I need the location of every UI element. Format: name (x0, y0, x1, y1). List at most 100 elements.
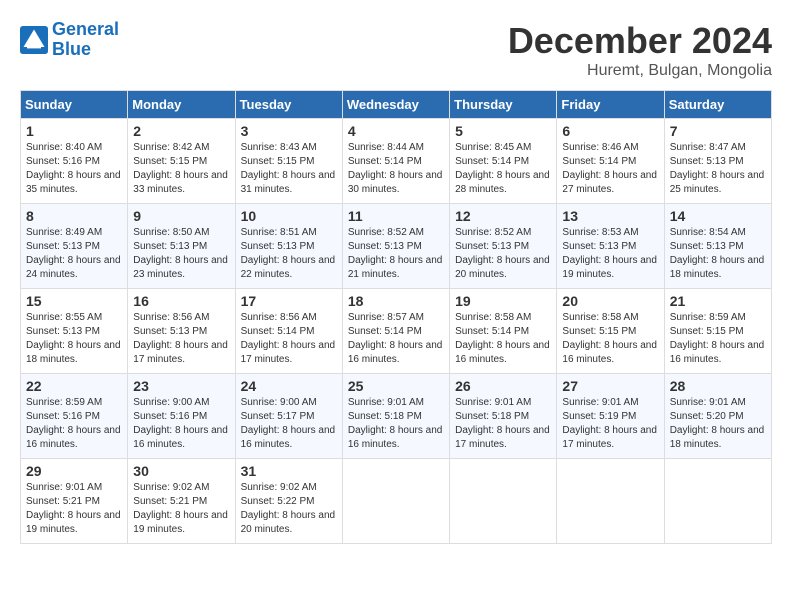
day-info: Sunrise: 8:58 AM Sunset: 5:15 PM Dayligh… (562, 311, 658, 367)
sunset-label: Sunset: 5:14 PM (562, 156, 636, 167)
calendar-day-cell (450, 459, 557, 544)
sunset-label: Sunset: 5:14 PM (241, 326, 315, 337)
header-row: Sunday Monday Tuesday Wednesday Thursday… (21, 91, 772, 119)
day-number: 13 (562, 208, 658, 224)
daylight-label: Daylight: 8 hours and 22 minutes. (241, 255, 336, 280)
calendar-day-cell: 1 Sunrise: 8:40 AM Sunset: 5:16 PM Dayli… (21, 119, 128, 204)
sunrise-label: Sunrise: 8:52 AM (455, 227, 531, 238)
sunrise-label: Sunrise: 8:58 AM (562, 312, 638, 323)
day-number: 23 (133, 378, 229, 394)
sunset-label: Sunset: 5:18 PM (455, 411, 529, 422)
calendar-day-cell: 25 Sunrise: 9:01 AM Sunset: 5:18 PM Dayl… (342, 374, 449, 459)
calendar-week-row: 15 Sunrise: 8:55 AM Sunset: 5:13 PM Dayl… (21, 289, 772, 374)
sunrise-label: Sunrise: 8:59 AM (670, 312, 746, 323)
daylight-label: Daylight: 8 hours and 16 minutes. (133, 425, 228, 450)
sunrise-label: Sunrise: 8:42 AM (133, 142, 209, 153)
day-info: Sunrise: 9:01 AM Sunset: 5:18 PM Dayligh… (455, 396, 551, 452)
sunrise-label: Sunrise: 8:47 AM (670, 142, 746, 153)
sunrise-label: Sunrise: 8:57 AM (348, 312, 424, 323)
sunrise-label: Sunrise: 9:02 AM (241, 482, 317, 493)
sunset-label: Sunset: 5:13 PM (670, 156, 744, 167)
calendar-day-cell: 22 Sunrise: 8:59 AM Sunset: 5:16 PM Dayl… (21, 374, 128, 459)
sunrise-label: Sunrise: 9:01 AM (670, 397, 746, 408)
day-info: Sunrise: 8:42 AM Sunset: 5:15 PM Dayligh… (133, 141, 229, 197)
daylight-label: Daylight: 8 hours and 27 minutes. (562, 170, 657, 195)
day-number: 7 (670, 123, 766, 139)
day-number: 10 (241, 208, 337, 224)
sunset-label: Sunset: 5:15 PM (562, 326, 636, 337)
daylight-label: Daylight: 8 hours and 17 minutes. (455, 425, 550, 450)
day-info: Sunrise: 8:53 AM Sunset: 5:13 PM Dayligh… (562, 226, 658, 282)
daylight-label: Daylight: 8 hours and 20 minutes. (455, 255, 550, 280)
sunrise-label: Sunrise: 8:49 AM (26, 227, 102, 238)
day-number: 29 (26, 463, 122, 479)
title-area: December 2024 Huremt, Bulgan, Mongolia (508, 20, 772, 80)
day-info: Sunrise: 8:43 AM Sunset: 5:15 PM Dayligh… (241, 141, 337, 197)
sunrise-label: Sunrise: 8:51 AM (241, 227, 317, 238)
sunrise-label: Sunrise: 9:00 AM (241, 397, 317, 408)
day-info: Sunrise: 8:56 AM Sunset: 5:14 PM Dayligh… (241, 311, 337, 367)
day-info: Sunrise: 8:49 AM Sunset: 5:13 PM Dayligh… (26, 226, 122, 282)
daylight-label: Daylight: 8 hours and 17 minutes. (133, 340, 228, 365)
day-info: Sunrise: 9:02 AM Sunset: 5:22 PM Dayligh… (241, 481, 337, 537)
calendar-day-cell: 31 Sunrise: 9:02 AM Sunset: 5:22 PM Dayl… (235, 459, 342, 544)
sunrise-label: Sunrise: 9:01 AM (26, 482, 102, 493)
day-info: Sunrise: 8:59 AM Sunset: 5:16 PM Dayligh… (26, 396, 122, 452)
sunrise-label: Sunrise: 9:01 AM (562, 397, 638, 408)
calendar-day-cell: 26 Sunrise: 9:01 AM Sunset: 5:18 PM Dayl… (450, 374, 557, 459)
daylight-label: Daylight: 8 hours and 17 minutes. (562, 425, 657, 450)
day-number: 25 (348, 378, 444, 394)
sunset-label: Sunset: 5:15 PM (241, 156, 315, 167)
sunset-label: Sunset: 5:14 PM (455, 326, 529, 337)
day-info: Sunrise: 9:01 AM Sunset: 5:21 PM Dayligh… (26, 481, 122, 537)
calendar-day-cell: 13 Sunrise: 8:53 AM Sunset: 5:13 PM Dayl… (557, 204, 664, 289)
sunset-label: Sunset: 5:20 PM (670, 411, 744, 422)
day-number: 18 (348, 293, 444, 309)
calendar-day-cell: 11 Sunrise: 8:52 AM Sunset: 5:13 PM Dayl… (342, 204, 449, 289)
daylight-label: Daylight: 8 hours and 24 minutes. (26, 255, 121, 280)
sunset-label: Sunset: 5:16 PM (26, 411, 100, 422)
sunrise-label: Sunrise: 9:02 AM (133, 482, 209, 493)
day-number: 31 (241, 463, 337, 479)
sunset-label: Sunset: 5:21 PM (26, 496, 100, 507)
day-info: Sunrise: 8:56 AM Sunset: 5:13 PM Dayligh… (133, 311, 229, 367)
calendar-day-cell: 2 Sunrise: 8:42 AM Sunset: 5:15 PM Dayli… (128, 119, 235, 204)
daylight-label: Daylight: 8 hours and 16 minutes. (241, 425, 336, 450)
day-info: Sunrise: 8:45 AM Sunset: 5:14 PM Dayligh… (455, 141, 551, 197)
day-number: 21 (670, 293, 766, 309)
daylight-label: Daylight: 8 hours and 19 minutes. (562, 255, 657, 280)
daylight-label: Daylight: 8 hours and 16 minutes. (26, 425, 121, 450)
sunrise-label: Sunrise: 8:59 AM (26, 397, 102, 408)
calendar-day-cell: 4 Sunrise: 8:44 AM Sunset: 5:14 PM Dayli… (342, 119, 449, 204)
daylight-label: Daylight: 8 hours and 16 minutes. (670, 340, 765, 365)
daylight-label: Daylight: 8 hours and 25 minutes. (670, 170, 765, 195)
calendar-day-cell: 14 Sunrise: 8:54 AM Sunset: 5:13 PM Dayl… (664, 204, 771, 289)
day-info: Sunrise: 9:01 AM Sunset: 5:20 PM Dayligh… (670, 396, 766, 452)
day-info: Sunrise: 8:50 AM Sunset: 5:13 PM Dayligh… (133, 226, 229, 282)
sunset-label: Sunset: 5:13 PM (670, 241, 744, 252)
calendar-day-cell: 29 Sunrise: 9:01 AM Sunset: 5:21 PM Dayl… (21, 459, 128, 544)
sunset-label: Sunset: 5:18 PM (348, 411, 422, 422)
calendar-day-cell: 28 Sunrise: 9:01 AM Sunset: 5:20 PM Dayl… (664, 374, 771, 459)
sunset-label: Sunset: 5:13 PM (133, 326, 207, 337)
daylight-label: Daylight: 8 hours and 31 minutes. (241, 170, 336, 195)
day-info: Sunrise: 8:55 AM Sunset: 5:13 PM Dayligh… (26, 311, 122, 367)
daylight-label: Daylight: 8 hours and 19 minutes. (133, 510, 228, 535)
sunset-label: Sunset: 5:13 PM (241, 241, 315, 252)
daylight-label: Daylight: 8 hours and 18 minutes. (670, 425, 765, 450)
calendar-day-cell: 6 Sunrise: 8:46 AM Sunset: 5:14 PM Dayli… (557, 119, 664, 204)
sunrise-label: Sunrise: 8:58 AM (455, 312, 531, 323)
calendar-day-cell: 23 Sunrise: 9:00 AM Sunset: 5:16 PM Dayl… (128, 374, 235, 459)
day-number: 28 (670, 378, 766, 394)
sunset-label: Sunset: 5:16 PM (133, 411, 207, 422)
calendar-day-cell (342, 459, 449, 544)
day-info: Sunrise: 9:00 AM Sunset: 5:16 PM Dayligh… (133, 396, 229, 452)
calendar-day-cell: 21 Sunrise: 8:59 AM Sunset: 5:15 PM Dayl… (664, 289, 771, 374)
sunrise-label: Sunrise: 8:40 AM (26, 142, 102, 153)
sunrise-label: Sunrise: 8:54 AM (670, 227, 746, 238)
day-number: 8 (26, 208, 122, 224)
day-number: 4 (348, 123, 444, 139)
daylight-label: Daylight: 8 hours and 28 minutes. (455, 170, 550, 195)
daylight-label: Daylight: 8 hours and 17 minutes. (241, 340, 336, 365)
calendar-day-cell: 18 Sunrise: 8:57 AM Sunset: 5:14 PM Dayl… (342, 289, 449, 374)
